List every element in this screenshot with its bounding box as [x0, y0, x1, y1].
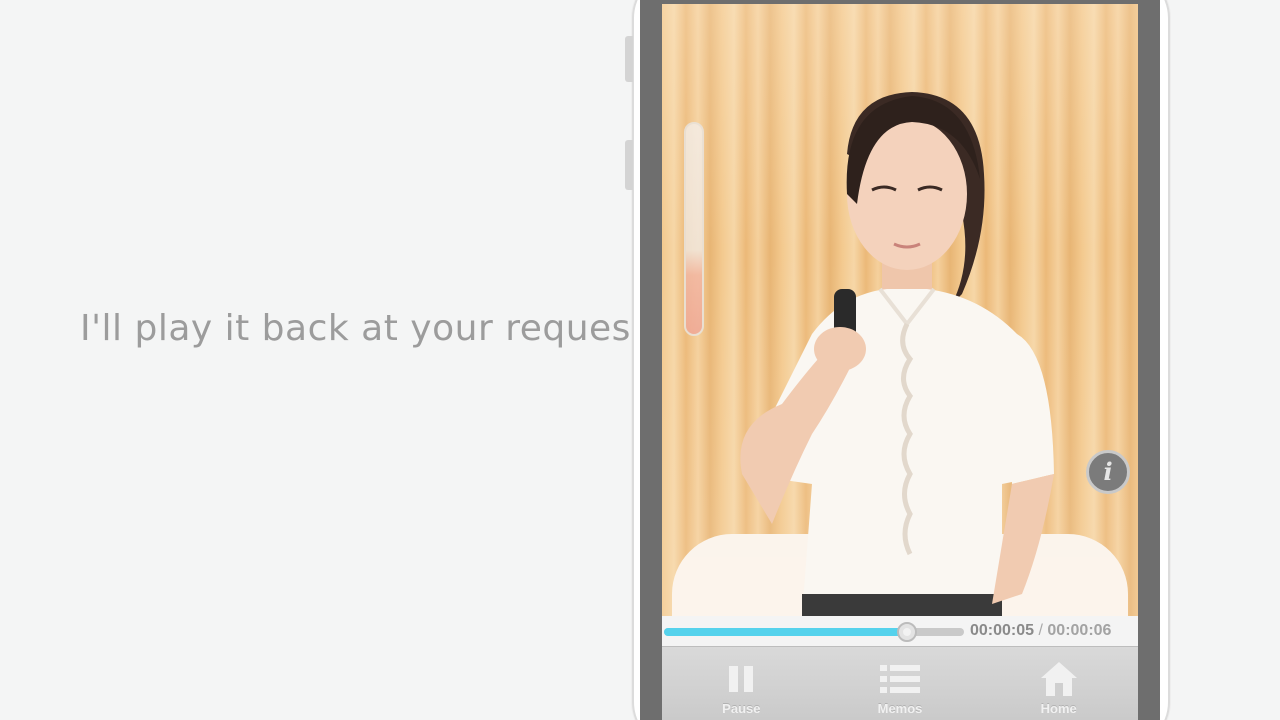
progress-fill	[664, 628, 907, 636]
tab-home-label: Home	[1040, 701, 1077, 716]
info-button[interactable]: i	[1086, 450, 1130, 494]
video-area[interactable]: i	[662, 4, 1138, 616]
tab-pause-label: Pause	[722, 701, 761, 716]
presenter-image	[740, 92, 1054, 616]
tab-bar: Pause Memos Home	[662, 646, 1138, 720]
home-icon	[1037, 659, 1081, 699]
stage: I'll play it back at your request i 00:0…	[0, 0, 1280, 720]
app-screen: i 00:00:05 / 00:00:06 Pause Memos Home	[662, 4, 1138, 720]
phone-volume-button	[625, 140, 633, 190]
tab-home[interactable]: Home	[979, 647, 1138, 720]
pause-icon	[719, 659, 763, 699]
progress-knob[interactable]	[897, 622, 917, 642]
list-icon	[878, 659, 922, 699]
time-display: 00:00:05 / 00:00:06	[970, 622, 1111, 640]
volume-meter[interactable]	[684, 122, 704, 336]
playback-progress-row: 00:00:05 / 00:00:06	[662, 616, 1138, 646]
elapsed-time: 00:00:05	[970, 622, 1035, 639]
time-separator: /	[1034, 622, 1048, 639]
phone-side-button	[625, 36, 633, 82]
total-time: 00:00:06	[1047, 622, 1112, 639]
progress-slider[interactable]	[664, 622, 964, 642]
tab-memos[interactable]: Memos	[821, 647, 980, 720]
info-icon: i	[1103, 457, 1113, 486]
caption-text: I'll play it back at your request	[80, 308, 646, 349]
tab-pause[interactable]: Pause	[662, 647, 821, 720]
tab-memos-label: Memos	[877, 701, 923, 716]
